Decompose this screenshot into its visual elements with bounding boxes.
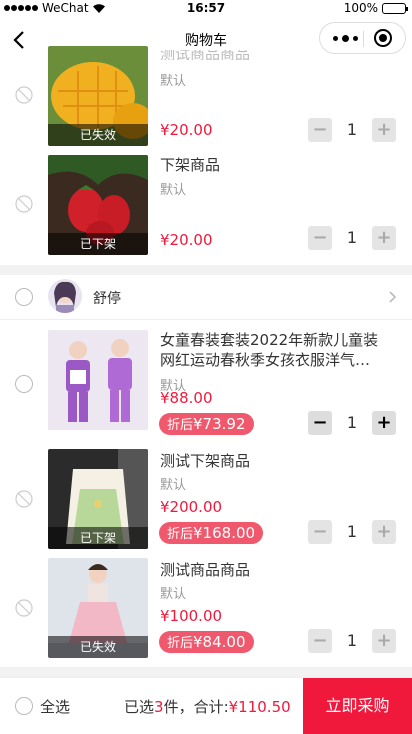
quantity-stepper: − 1 + (308, 629, 398, 653)
disabled-circle-icon (15, 490, 33, 508)
product-name: 女童春装套装2022年新款儿童装网红运动春秋季女孩衣服洋气… (160, 331, 379, 369)
discount-badge: 折后¥73.92 (159, 413, 254, 435)
product-name: 测试商品商品 (160, 50, 251, 60)
status-overlay: 已失效 (48, 636, 148, 658)
battery-percent: 100% (343, 1, 378, 15)
cart-item: 已失效 测试商品商品 默认 ¥20.00 − 1 + (0, 46, 412, 156)
quantity-stepper: − 1 + (308, 411, 398, 435)
discount-prefix: 折后 (167, 636, 194, 651)
product-spec: 默认 (160, 74, 187, 89)
discount-price: ¥168.00 (193, 524, 256, 542)
decrease-button[interactable]: − (308, 629, 332, 653)
discount-prefix: 折后 (167, 418, 194, 433)
disabled-circle-icon (15, 195, 33, 213)
decrease-button[interactable]: − (308, 520, 332, 544)
status-overlay: 已下架 (48, 233, 148, 255)
decrease-button[interactable]: − (308, 226, 332, 250)
cart-item: 已失效 测试商品商品 默认 ¥100.00 折后¥84.00 − 1 + (0, 557, 412, 667)
product-image (48, 330, 148, 430)
quantity-stepper: − 1 + (308, 520, 398, 544)
store-select-radio[interactable] (15, 288, 33, 306)
product-image: 已下架 (48, 155, 148, 255)
cart-item: 已下架 测试下架商品 默认 ¥200.00 折后¥168.00 − 1 + (0, 448, 412, 558)
selected-count: 3 (154, 698, 164, 716)
decrease-button[interactable]: − (308, 118, 332, 142)
more-icon[interactable] (330, 32, 360, 44)
battery-icon (382, 2, 408, 14)
status-overlay: 已下架 (48, 527, 148, 549)
quantity-value: 1 (346, 120, 358, 139)
increase-button[interactable]: + (372, 226, 396, 250)
product-price: ¥100.00 (160, 607, 223, 625)
discount-badge: 折后¥168.00 (159, 522, 264, 544)
cart-summary: 已选3件，合计:¥110.50 (124, 698, 291, 716)
product-name: 下架商品 (160, 156, 221, 174)
select-all-radio[interactable] (15, 697, 33, 715)
product-price: ¥200.00 (160, 498, 223, 516)
select-all-label[interactable]: 全选 (40, 696, 70, 717)
quantity-stepper: − 1 + (308, 226, 398, 250)
quantity-value: 1 (346, 413, 358, 432)
quantity-stepper: − 1 + (308, 118, 398, 142)
increase-button[interactable]: + (372, 629, 396, 653)
avatar (48, 279, 82, 313)
product-price: ¥20.00 (160, 121, 213, 139)
product-image: 已下架 (48, 449, 148, 549)
decrease-button[interactable]: − (308, 411, 332, 435)
product-name: 测试下架商品 (160, 452, 251, 470)
product-price: ¥88.00 (160, 389, 213, 407)
target-icon[interactable] (374, 29, 392, 47)
increase-button[interactable]: + (372, 520, 396, 544)
product-spec: 默认 (160, 478, 187, 493)
product-spec: 默认 (160, 587, 187, 602)
increase-button[interactable]: + (372, 118, 396, 142)
disabled-circle-icon (15, 599, 33, 617)
capsule-divider (363, 31, 364, 47)
status-bar: WeChat 16:57 100% (0, 0, 412, 18)
checkout-bar: 全选 已选3件，合计:¥110.50 立即采购 (0, 677, 412, 734)
status-overlay: 已失效 (48, 124, 148, 146)
product-image: 已失效 (48, 46, 148, 146)
total-price: ¥110.50 (228, 698, 291, 716)
purchase-button[interactable]: 立即采购 (303, 678, 412, 734)
increase-button[interactable]: + (372, 411, 396, 435)
cart-item: 已下架 下架商品 默认 ¥20.00 − 1 + (0, 155, 412, 265)
product-price: ¥20.00 (160, 231, 213, 249)
discount-price: ¥84.00 (193, 633, 246, 651)
store-name: 舒停 (93, 291, 121, 307)
discount-badge: 折后¥84.00 (159, 631, 254, 653)
section-divider (0, 667, 412, 677)
quantity-value: 1 (346, 631, 358, 650)
product-spec: 默认 (160, 183, 187, 198)
chevron-right-icon[interactable] (388, 290, 398, 304)
discount-price: ¥73.92 (193, 415, 246, 433)
cart-item: 女童春装套装2022年新款儿童装网红运动春秋季女孩衣服洋气… 默认 ¥88.00… (0, 330, 412, 440)
disabled-circle-icon (15, 86, 33, 104)
product-image: 已失效 (48, 558, 148, 658)
product-name: 测试商品商品 (160, 561, 251, 579)
store-header[interactable]: 舒停 (0, 274, 412, 320)
quantity-value: 1 (346, 228, 358, 247)
quantity-value: 1 (346, 522, 358, 541)
discount-prefix: 折后 (167, 527, 194, 542)
item-select-radio[interactable] (15, 375, 33, 393)
